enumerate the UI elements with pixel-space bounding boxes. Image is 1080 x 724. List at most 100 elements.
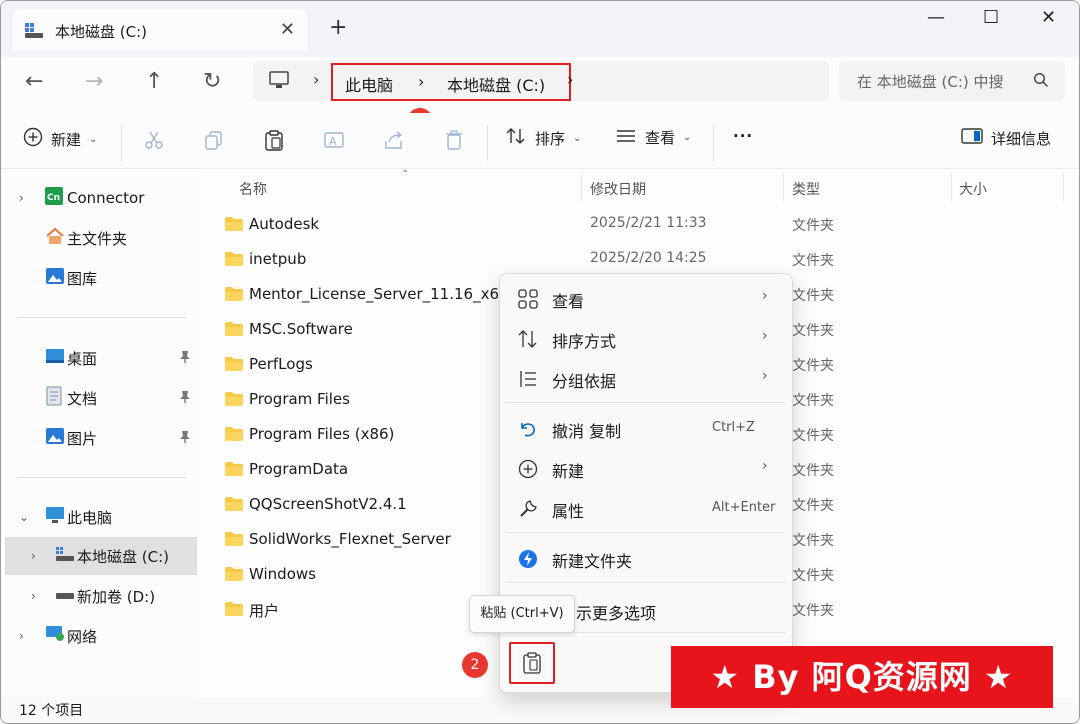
search-input[interactable]: 在 本地磁盘 (C:) 中搜 (857, 71, 1017, 92)
sidebar-item-connector[interactable]: › Cn Connector (1, 179, 197, 217)
menu-item-label: 新建文件夹 (552, 552, 633, 571)
tab-local-disk-c[interactable]: 本地磁盘 (C:) ✕ (13, 9, 307, 51)
refresh-button[interactable]: ↻ (203, 69, 221, 94)
details-pane-button[interactable]: 详细信息 (961, 127, 1051, 149)
column-header-type[interactable]: 类型 (792, 179, 820, 199)
step-badge-2: 2 (462, 652, 488, 678)
minimize-button[interactable]: — (927, 7, 945, 28)
command-bar: 新建 ⌄ A 排序 ⌄ 查看 ⌄ ··· 详细信息 (1, 113, 1079, 169)
watermark-banner: ★ By 阿Q资源网 ★ (671, 646, 1053, 708)
sort-button[interactable]: 排序 ⌄ (505, 127, 581, 149)
pin-icon[interactable] (179, 350, 191, 367)
menu-item-view[interactable]: 查看 › (500, 278, 792, 318)
maximize-button[interactable]: ☐ (983, 7, 999, 28)
copy-icon[interactable] (203, 129, 225, 155)
file-name: ProgramData (249, 460, 349, 478)
sidebar-item-drive-d[interactable]: › 新加卷 (D:) (1, 577, 197, 615)
menu-item-new[interactable]: 新建 › (500, 448, 792, 488)
sidebar-item-gallery[interactable]: 图库 (1, 259, 197, 297)
sidebar-item-this-pc[interactable]: ⌄ 此电脑 (1, 498, 197, 536)
column-header-name[interactable]: 名称 (239, 179, 267, 199)
paste-tooltip: 粘贴 (Ctrl+V) (469, 595, 575, 633)
sidebar-item-network[interactable]: › 网络 (1, 617, 197, 655)
forward-button[interactable]: → (85, 69, 103, 94)
collapse-icon[interactable]: ⌄ (19, 510, 29, 524)
breadcrumb-separator[interactable]: › (418, 72, 424, 91)
new-button[interactable]: 新建 ⌄ (23, 127, 97, 151)
menu-item-group[interactable]: 分组依据 › (500, 358, 792, 398)
sidebar-item-local-disk-c[interactable]: › 本地磁盘 (C:) (5, 537, 197, 575)
back-button[interactable]: ← (25, 69, 43, 94)
column-separator[interactable] (1063, 173, 1064, 201)
close-button[interactable]: ✕ (1041, 7, 1056, 28)
folder-icon (225, 602, 243, 616)
table-row[interactable]: Autodesk 2025/2/21 11:33 文件夹 (199, 207, 1079, 242)
breadcrumb-highlight: 此电脑 › 本地磁盘 (C:) (331, 63, 571, 101)
chevron-down-icon: ⌄ (683, 132, 692, 143)
column-separator[interactable] (581, 173, 582, 201)
breadcrumb-local-disk-c[interactable]: 本地磁盘 (C:) (447, 72, 545, 96)
sidebar-item-home[interactable]: 主文件夹 (1, 219, 197, 257)
column-header-date[interactable]: 修改日期 (590, 179, 646, 199)
sidebar-item-label: 图片 (67, 429, 98, 448)
breadcrumb-expand-arrow[interactable]: › (567, 70, 573, 89)
add-icon (518, 459, 538, 479)
column-separator[interactable] (783, 173, 784, 201)
new-tab-button[interactable]: + (329, 15, 347, 40)
column-header-size[interactable]: 大小 (959, 179, 987, 199)
search-box[interactable]: 在 本地磁盘 (C:) 中搜 (839, 61, 1065, 101)
paste-button[interactable] (509, 642, 555, 684)
pc-icon (269, 71, 289, 93)
menu-item-new-folder[interactable]: 新建文件夹 (500, 538, 792, 578)
more-options-button[interactable]: ··· (733, 127, 753, 145)
folder-icon (225, 497, 243, 511)
pin-icon[interactable] (179, 430, 191, 447)
menu-item-label: 排序方式 (552, 332, 617, 351)
sidebar-divider (17, 477, 187, 478)
title-bar: 本地磁盘 (C:) ✕ + — ☐ ✕ (1, 1, 1079, 57)
expand-icon[interactable]: › (31, 589, 36, 603)
rename-icon[interactable]: A (323, 129, 345, 155)
sidebar-item-documents[interactable]: 文档 (1, 379, 197, 417)
file-type: 文件夹 (792, 323, 834, 339)
menu-divider (506, 582, 786, 583)
column-separator[interactable] (951, 173, 952, 201)
add-icon (23, 127, 43, 151)
sort-label: 排序 (535, 129, 566, 148)
view-icon (615, 128, 637, 148)
menu-item-sort[interactable]: 排序方式 › (500, 318, 792, 358)
folder-icon (225, 392, 243, 406)
breadcrumb-this-pc[interactable]: 此电脑 (345, 72, 393, 96)
folder-icon (225, 252, 243, 266)
menu-item-undo-copy[interactable]: 撤消 复制 Ctrl+Z (500, 408, 792, 448)
delete-icon[interactable] (443, 129, 465, 155)
drive-c-icon (55, 546, 75, 566)
search-icon[interactable] (1033, 72, 1049, 92)
view-button[interactable]: 查看 ⌄ (615, 127, 691, 148)
chevron-down-icon: ⌄ (89, 133, 98, 145)
network-icon (45, 625, 65, 647)
sidebar-item-pictures[interactable]: 图片 (1, 419, 197, 457)
expand-icon[interactable]: › (31, 549, 36, 563)
sidebar-item-label: Connector (67, 189, 145, 207)
navigation-pane: › Cn Connector 主文件夹 图库 桌面 文档 图片 ⌄ 此电脑 › … (1, 169, 199, 697)
tab-close-button[interactable]: ✕ (280, 19, 295, 40)
cut-icon[interactable] (143, 129, 165, 155)
menu-item-properties[interactable]: 属性 Alt+Enter (500, 488, 792, 528)
pin-icon[interactable] (179, 390, 191, 407)
view-label: 查看 (645, 129, 676, 147)
sidebar-item-desktop[interactable]: 桌面 (1, 339, 197, 377)
undo-icon (518, 419, 538, 439)
expand-icon[interactable]: › (19, 191, 24, 205)
pictures-icon (45, 427, 65, 449)
paste-icon[interactable] (263, 129, 285, 155)
expand-icon[interactable]: › (19, 629, 24, 643)
table-row[interactable]: inetpub 2025/2/20 14:25 文件夹 (199, 242, 1079, 277)
address-bar[interactable]: › 此电脑 › 本地磁盘 (C:) › (253, 61, 829, 101)
tab-title: 本地磁盘 (C:) (55, 23, 147, 41)
file-date: 2025/2/20 14:25 (590, 250, 707, 266)
up-button[interactable]: ↑ (145, 69, 163, 94)
share-icon[interactable] (383, 129, 405, 155)
file-name: Windows (249, 565, 316, 583)
folder-icon (225, 217, 243, 231)
